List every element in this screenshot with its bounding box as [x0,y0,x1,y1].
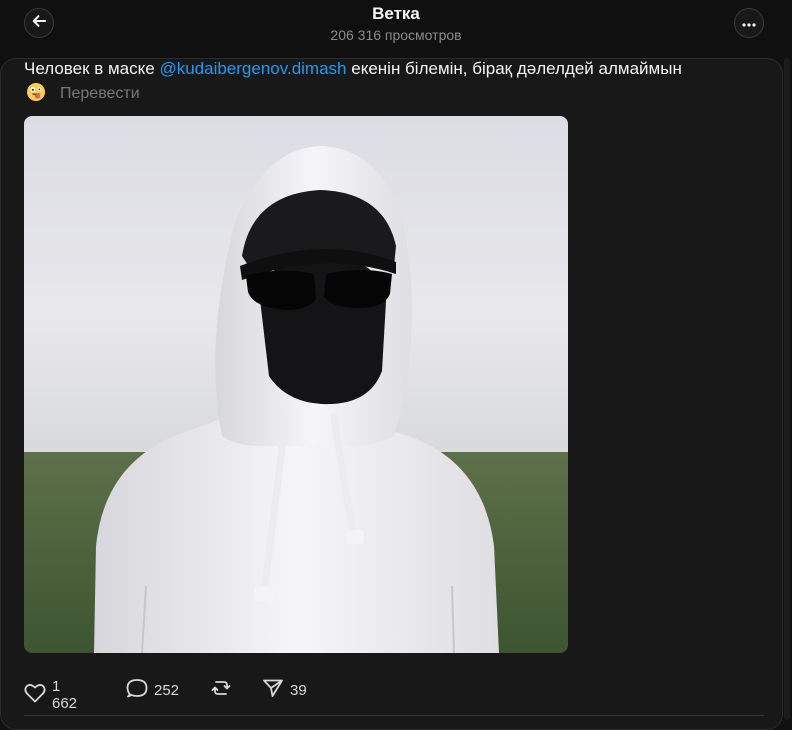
post-image[interactable] [24,116,568,653]
mention-link[interactable]: @kudaibergenov.dimash [159,59,346,78]
post-text-end: екенін білемін, бірақ дәлелдей алмаймын [346,59,682,78]
header-titles: Ветка 206 316 просмотров [0,4,792,45]
translate-link[interactable]: Перевести [60,85,140,103]
repost-button[interactable] [210,678,232,702]
thread-header: Ветка 206 316 просмотров [0,0,792,50]
face-with-tongue-emoji-icon [26,82,46,107]
page-title: Ветка [372,4,420,23]
repost-icon [210,678,232,702]
scrollbar[interactable] [784,58,790,720]
heart-icon [24,683,46,707]
reply-button[interactable]: 252 [126,678,179,702]
like-button[interactable]: 1 662 [24,678,77,712]
emoji-translate-row: Перевести [26,82,140,107]
post-text-start: Человек в маске [24,59,160,78]
divider [24,715,764,716]
share-count: 39 [290,681,307,699]
more-options-button[interactable] [734,8,764,38]
reply-count: 252 [154,681,180,699]
like-count: 1 662 [52,678,78,712]
comment-icon [126,678,148,702]
share-button[interactable]: 39 [262,678,307,702]
more-icon [742,14,756,32]
share-icon [262,678,284,702]
view-count: 206 316 просмотров [330,27,462,43]
post-text: Человек в маске @kudaibergenov.dimash ек… [24,58,764,80]
